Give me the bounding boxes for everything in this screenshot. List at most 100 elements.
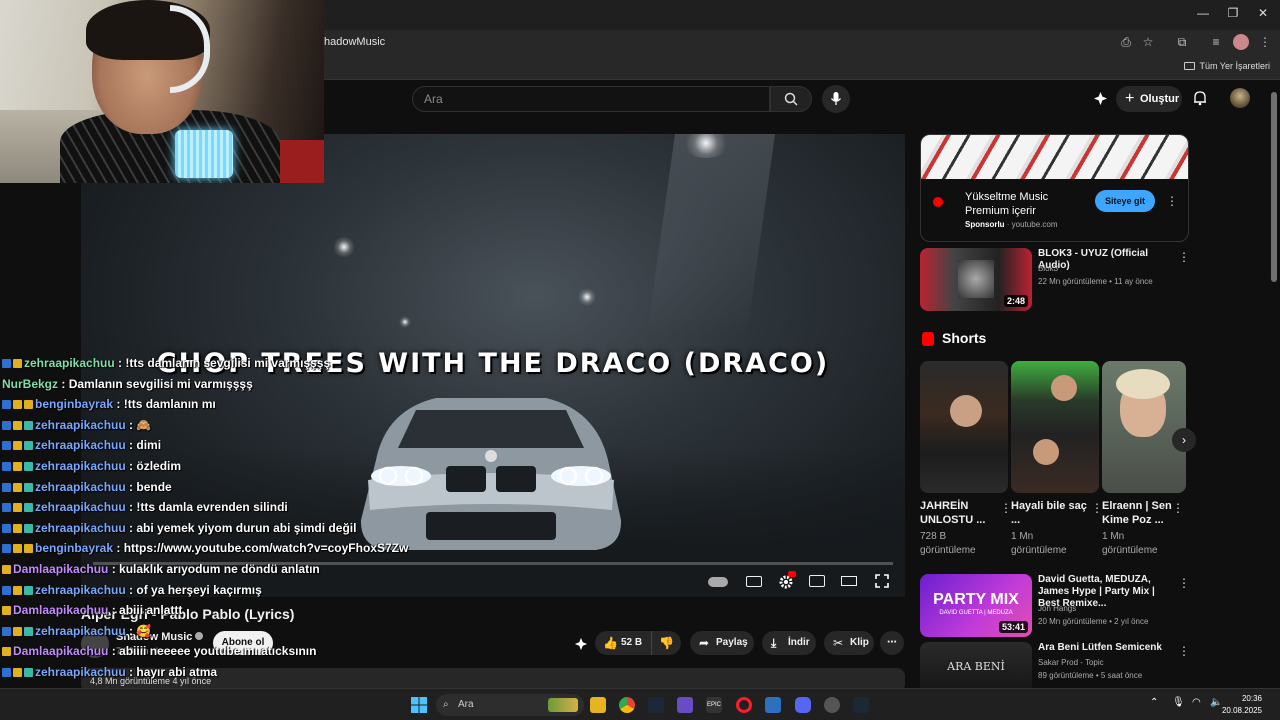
chevron-right-icon: › [1182, 433, 1186, 447]
chat-badge-icon [13, 420, 22, 430]
chrome-icon[interactable] [619, 697, 635, 713]
wifi-icon[interactable]: ◠ [1192, 697, 1201, 708]
microphone-tray-icon[interactable]: 🎙 [1172, 697, 1185, 708]
chat-message: zehraapikachuu : bende [2, 480, 172, 500]
bookmark-star-icon[interactable]: ☆ [1140, 34, 1156, 50]
search-button[interactable] [770, 86, 812, 112]
chat-badge-icon [13, 626, 22, 636]
chat-text: bende [136, 479, 172, 494]
recommended-video[interactable]: ARA BENİ Ara Beni Lütfen Semicenk Sakar … [920, 642, 1190, 688]
sparkle-icon[interactable] [1093, 91, 1108, 106]
recommended-title: Ara Beni Lütfen Semicenk [1038, 642, 1162, 653]
chat-message: benginbayrak : https://www.youtube.com/w… [2, 541, 408, 561]
create-button[interactable]: + Oluştur [1116, 86, 1182, 112]
fullscreen-icon[interactable] [875, 574, 889, 588]
volume-icon[interactable]: 🔈 [1210, 697, 1222, 708]
system-clock[interactable]: 20:36 20.08.2025 [1222, 693, 1262, 717]
theater-mode-icon[interactable] [841, 576, 857, 586]
app-icon[interactable] [824, 697, 840, 713]
dislike-button[interactable]: 👎 [651, 631, 681, 655]
chat-separator: : [125, 500, 137, 515]
app-icon[interactable] [765, 697, 781, 713]
user-avatar[interactable] [1230, 88, 1250, 108]
recommended-video[interactable]: PARTY MIX DAVID GUETTA | MEDUZA 53:41 Da… [920, 574, 1190, 638]
video-menu-icon[interactable]: ⋮ [1178, 250, 1190, 264]
short-thumbnail [1102, 361, 1186, 493]
video-menu-icon[interactable]: ⋮ [1178, 644, 1190, 658]
chat-badge-icon [13, 523, 22, 533]
menu-kebab-icon[interactable]: ⋮ [1257, 34, 1273, 50]
ad-sponsor-label: Sponsorlu [965, 220, 1005, 229]
recommended-meta: 89 görüntüleme • 5 saat önce [1038, 671, 1143, 680]
clip-button[interactable]: ✂ Klip [824, 631, 874, 655]
autoplay-toggle[interactable] [708, 577, 728, 587]
download-button[interactable]: ⤓ İndir [762, 631, 816, 655]
app-icon[interactable] [677, 697, 693, 713]
more-actions-button[interactable]: ⋯ [880, 631, 904, 655]
scissors-icon: ✂ [833, 636, 844, 650]
steam-icon[interactable] [648, 697, 664, 713]
short-menu-icon[interactable]: ⋮ [1091, 501, 1103, 515]
chat-text: of ya herşeyi kaçırmış [136, 582, 262, 597]
restore-icon[interactable]: ❐ [1218, 6, 1248, 20]
ad-menu-icon[interactable]: ⋮ [1166, 194, 1178, 208]
search-box[interactable] [412, 86, 770, 112]
epic-games-icon[interactable]: EPIC [706, 697, 722, 713]
ad-card[interactable]: Yükseltme Music Premium içerir Sponsorlu… [920, 134, 1189, 242]
chat-message: zehraapikachuu : abi yemek yiyom durun a… [2, 521, 356, 541]
like-button[interactable]: 👍 52 B [595, 631, 651, 655]
extensions-icon[interactable]: ⧉ [1174, 34, 1190, 50]
voice-search-button[interactable] [822, 85, 850, 113]
windows-taskbar: ⌕ Ara EPIC ⌃ 🎙 ◠ 🔈 20:36 20.08.2025 [0, 688, 1280, 720]
recommended-meta: 22 Mn görüntüleme • 11 ay önce [1038, 277, 1153, 286]
recommended-video[interactable]: 2:48 BLOK3 - UYUZ (Official Audio) Blok3… [920, 248, 1190, 312]
chat-text: özledim [136, 459, 182, 473]
chat-badge-icon [13, 544, 22, 554]
short-views: 728 B görüntüleme [920, 531, 976, 556]
chat-text: !tts damla evrenden silindi [136, 500, 288, 515]
chat-badge-icon [2, 503, 11, 513]
all-bookmarks-link[interactable]: Tüm Yer İşaretleri [1184, 61, 1270, 71]
subtitles-icon[interactable] [746, 576, 762, 587]
share-button[interactable]: ➦ Paylaş [690, 631, 754, 655]
close-icon[interactable]: ✕ [1248, 6, 1278, 20]
install-app-icon[interactable]: ⎙ [1118, 34, 1134, 50]
file-explorer-icon[interactable] [590, 697, 606, 713]
short-menu-icon[interactable]: ⋮ [1000, 501, 1012, 515]
shorts-next-button[interactable]: › [1172, 428, 1196, 452]
tray-chevron-icon[interactable]: ⌃ [1150, 697, 1158, 708]
discord-icon[interactable] [795, 697, 811, 713]
profile-avatar-icon[interactable] [1233, 34, 1249, 50]
street-light [333, 236, 355, 258]
thumbnail-hair [1116, 369, 1170, 399]
sparkle-ask-icon[interactable] [574, 637, 588, 651]
visit-site-button[interactable]: Siteye git [1095, 190, 1155, 212]
search-icon: ⌕ [443, 699, 449, 710]
chat-separator: : [125, 582, 137, 597]
media-control-icon[interactable]: ≡ [1208, 34, 1224, 50]
chat-badge-icon [2, 668, 11, 677]
opera-icon[interactable] [736, 697, 752, 713]
windows-start-icon[interactable] [411, 697, 427, 713]
chat-username: zehraapikachuu [35, 500, 126, 515]
minimize-icon[interactable]: — [1188, 6, 1218, 20]
page-scrollbar[interactable] [1271, 92, 1277, 282]
download-label: İndir [788, 637, 810, 648]
video-menu-icon[interactable]: ⋮ [1178, 576, 1190, 590]
thumbnail-subtext: DAVID GUETTA | MEDUZA [939, 610, 1013, 616]
chat-message: NurBekgz : Damlanın sevgilisi mi varmışş… [2, 377, 253, 397]
steam-icon[interactable] [853, 697, 869, 713]
url-text[interactable]: hadowMusic [324, 36, 385, 48]
notifications-bell-icon[interactable] [1192, 90, 1208, 106]
chat-message: zehraapikachuu : !tts damlanın sevgilisi… [2, 356, 330, 376]
search-input[interactable] [413, 87, 753, 111]
plus-icon: + [1125, 90, 1135, 107]
short-menu-icon[interactable]: ⋮ [1172, 501, 1184, 515]
chat-username: benginbayrak [35, 541, 114, 556]
taskbar-search[interactable]: ⌕ Ara [436, 694, 584, 716]
hd-badge [788, 571, 796, 577]
chat-separator: : [108, 562, 120, 576]
miniplayer-icon[interactable] [809, 575, 825, 587]
ad-title: Yükseltme Music Premium içerir [965, 191, 1049, 217]
chat-separator: : [125, 459, 137, 473]
